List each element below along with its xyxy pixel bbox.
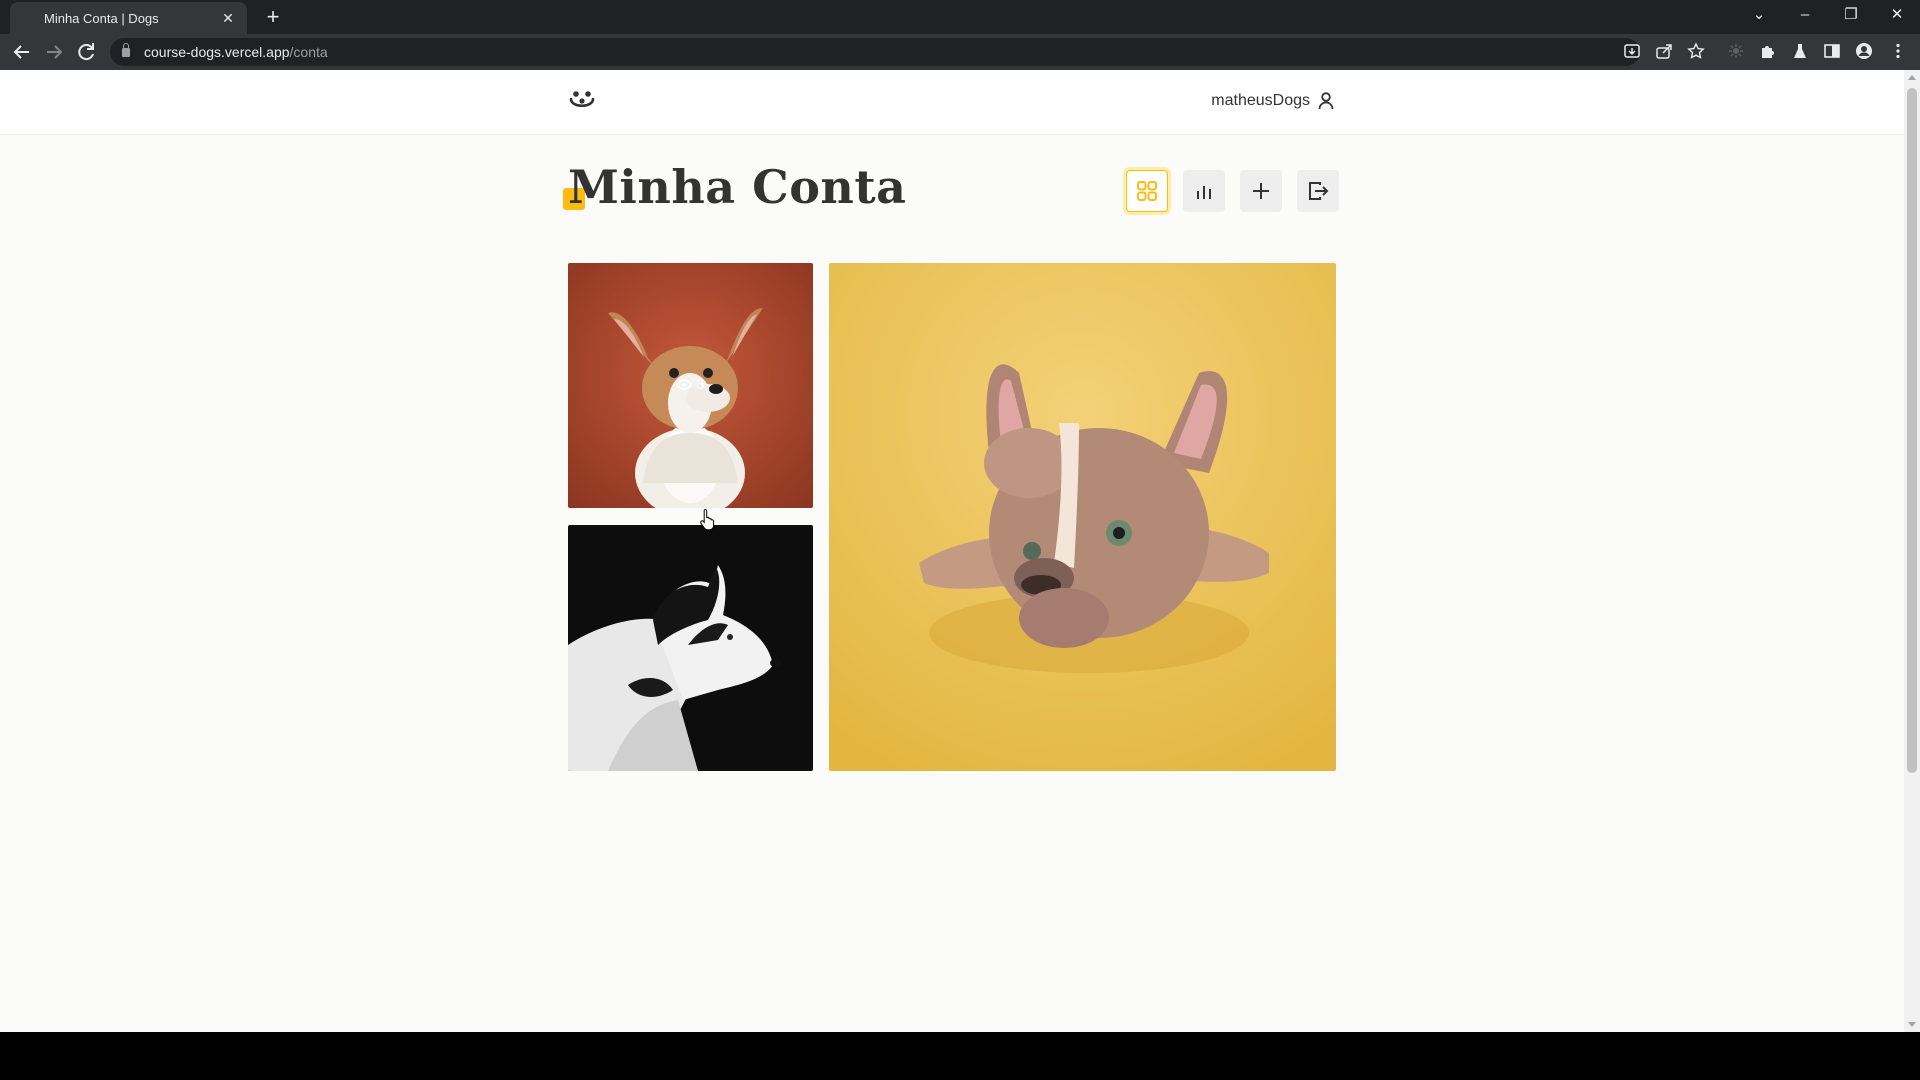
side-panel-icon[interactable] [1822,42,1842,62]
dog-logo-icon[interactable] [568,86,596,114]
photo-corgi[interactable]: 3 [568,263,813,508]
photo-french-bulldog[interactable] [829,263,1336,771]
user-account-link[interactable]: matheusDogs [1211,92,1334,110]
username-label: matheusDogs [1211,92,1310,109]
url-host: course-dogs.vercel.app [144,44,290,60]
url-field[interactable]: course-dogs.vercel.app/conta [110,38,1640,66]
profile-avatar-icon[interactable] [1854,42,1874,62]
tab-search-icon[interactable]: ⌄ [1736,0,1782,30]
logout-button[interactable] [1297,170,1339,212]
browser-tab[interactable]: Minha Conta | Dogs ✕ [10,2,247,34]
french-bulldog-photo-image [829,263,1336,771]
page-scrollbar[interactable] [1904,70,1920,1032]
photo-views-overlay: 3 [676,376,704,393]
address-bar: course-dogs.vercel.app/conta [0,34,1920,70]
stats-icon [1197,186,1211,199]
install-icon[interactable] [1622,42,1642,62]
extension-bug-icon[interactable] [1726,42,1746,62]
lab-flask-icon[interactable] [1790,42,1810,62]
restore-button[interactable]: ❐ [1828,0,1874,30]
border-collie-photo-image [568,525,813,771]
close-tab-icon[interactable]: ✕ [219,10,237,27]
new-tab-button[interactable]: + [260,4,286,30]
close-window-button[interactable]: ✕ [1874,0,1920,30]
feed-grid-icon [1137,181,1157,201]
account-nav [1126,170,1339,212]
photo-feed: 3 [568,263,1336,771]
add-photo-icon [1253,183,1269,199]
photo-border-collie[interactable] [568,525,813,771]
back-arrow-icon[interactable] [10,40,34,64]
bookmark-star-icon[interactable] [1686,42,1706,62]
scroll-up-arrow-icon[interactable] [1908,75,1916,80]
site-header: matheusDogs [0,70,1904,135]
page-title: Minha Conta [568,160,907,214]
hand-cursor-icon [700,508,715,530]
forward-arrow-icon[interactable] [42,40,66,64]
extensions-puzzle-icon[interactable] [1758,42,1778,62]
scroll-thumb[interactable] [1907,88,1917,773]
scroll-down-arrow-icon[interactable] [1908,1022,1916,1027]
url-path: /conta [289,44,328,60]
user-icon [1318,92,1334,110]
reload-icon[interactable] [74,40,98,64]
eye-icon [676,379,692,390]
logout-icon [1309,182,1329,200]
add-photo-button[interactable] [1240,170,1282,212]
feed-button[interactable] [1126,170,1168,212]
menu-kebab-icon[interactable] [1888,42,1908,62]
lock-icon [122,42,130,57]
browser-tab-bar: Minha Conta | Dogs ✕ + ⌄ – ❐ ✕ [0,0,1920,34]
tab-title: Minha Conta | Dogs [44,10,159,26]
minimize-button[interactable]: – [1782,0,1828,30]
views-count: 3 [696,376,705,393]
stats-button[interactable] [1183,170,1225,212]
page-viewport: matheusDogs Minha Conta 3 [0,70,1904,1032]
share-icon[interactable] [1654,42,1674,62]
